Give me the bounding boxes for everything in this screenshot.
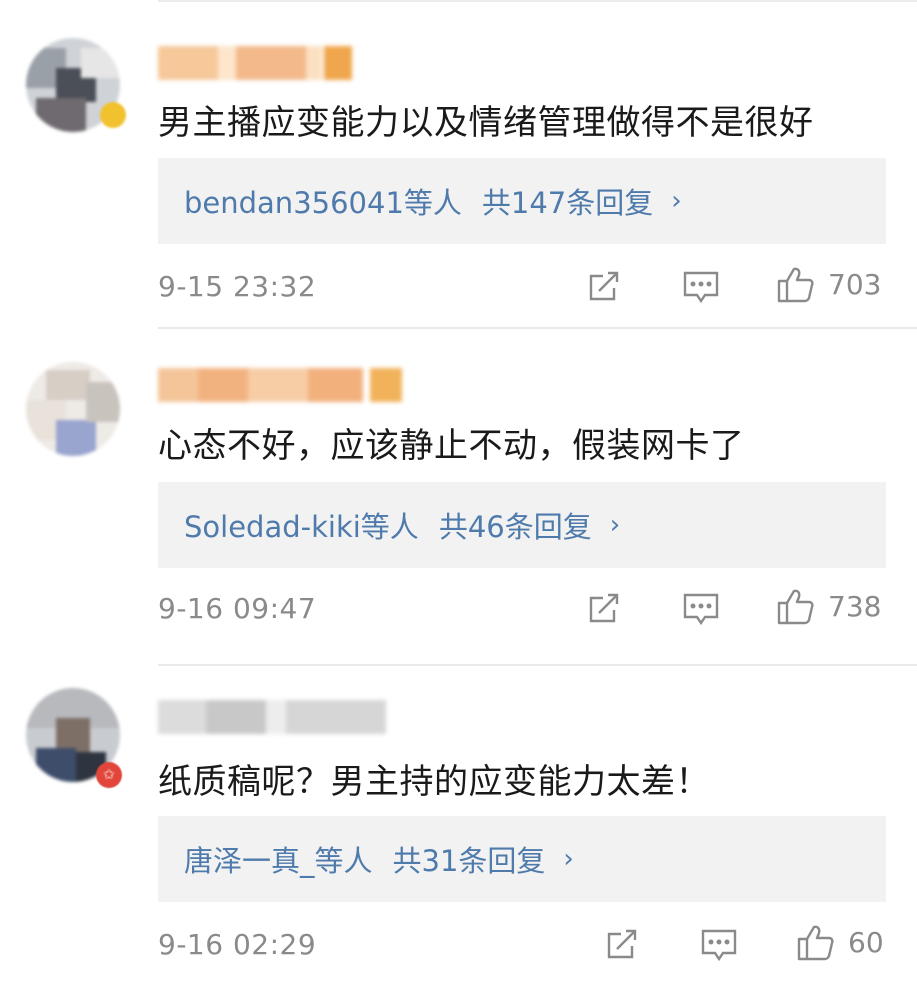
repost-icon	[607, 929, 637, 959]
comment-button[interactable]	[682, 590, 720, 628]
comment-icon	[683, 271, 719, 304]
reply-count: 共46条回复	[438, 510, 592, 544]
like-count: 60	[848, 925, 884, 959]
comment-time: 9-16 09:47	[158, 592, 317, 625]
comment-button[interactable]	[700, 926, 738, 964]
repost-icon	[589, 593, 619, 623]
comment-icon	[701, 929, 737, 962]
comment-item: 心态不好，应该静止不动，假装网卡了 Soledad-kiki等人 共46条回复 …	[0, 330, 917, 660]
repost-button[interactable]	[604, 926, 640, 962]
username[interactable]	[158, 700, 398, 734]
like-button[interactable]: 60	[796, 922, 884, 962]
like-count: 738	[828, 589, 882, 623]
reply-summary[interactable]: 唐泽一真_等人 共31条回复 ›	[158, 816, 886, 902]
red-star-badge-icon: ✩	[96, 762, 122, 788]
gold-badge-icon	[100, 102, 126, 128]
username[interactable]	[158, 368, 418, 402]
reply-summary[interactable]: Soledad-kiki等人 共46条回复 ›	[158, 482, 886, 568]
reply-users: 唐泽一真_等人	[184, 844, 373, 878]
comment-button[interactable]	[682, 268, 720, 306]
reply-users: Soledad-kiki等人	[184, 510, 419, 544]
comment-item: 男主播应变能力以及情绪管理做得不是很好 bendan356041等人 共147条…	[0, 0, 917, 330]
repost-button[interactable]	[586, 590, 622, 626]
like-count: 703	[828, 267, 882, 301]
comment-item: ✩ 纸质稿呢？男主持的应变能力太差！ 唐泽一真_等人 共31条回复 › 9-16…	[0, 666, 917, 1000]
comment-time: 9-15 23:32	[158, 270, 317, 303]
chevron-right-icon: ›	[671, 186, 682, 216]
comment-icon	[683, 593, 719, 626]
reply-summary[interactable]: bendan356041等人 共147条回复 ›	[158, 158, 886, 244]
like-button[interactable]: 703	[776, 264, 881, 304]
comment-text: 心态不好，应该静止不动，假装网卡了	[158, 426, 745, 466]
like-icon	[797, 925, 834, 961]
chevron-right-icon: ›	[609, 510, 621, 540]
comment-time: 9-16 02:29	[158, 928, 317, 961]
repost-icon	[589, 271, 619, 301]
repost-button[interactable]	[586, 268, 622, 304]
avatar[interactable]	[26, 362, 120, 456]
reply-users: bendan356041等人	[184, 186, 462, 220]
comment-text: 纸质稿呢？男主持的应变能力太差！	[158, 762, 710, 802]
reply-count: 共31条回复	[392, 844, 546, 878]
like-icon	[777, 589, 814, 625]
username[interactable]	[158, 46, 358, 80]
like-button[interactable]: 738	[776, 586, 881, 626]
reply-count: 共147条回复	[481, 186, 654, 220]
comment-text: 男主播应变能力以及情绪管理做得不是很好	[158, 103, 814, 143]
like-icon	[777, 267, 814, 303]
chevron-right-icon: ›	[563, 844, 574, 874]
comment-divider	[158, 327, 917, 329]
